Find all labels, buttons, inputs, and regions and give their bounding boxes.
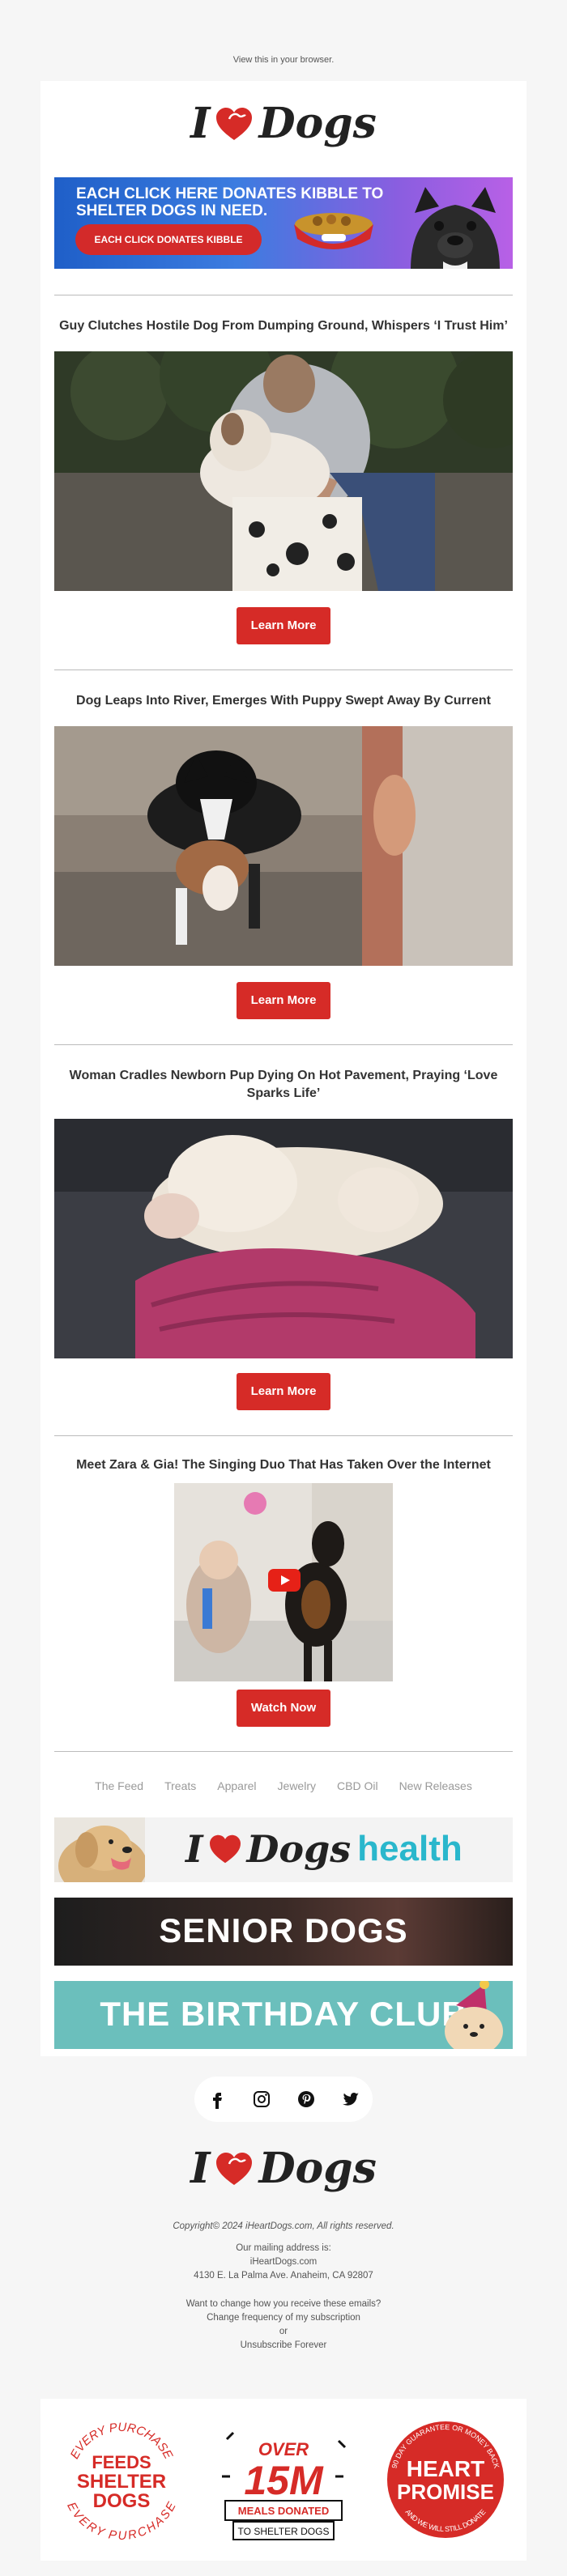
- labrador-image: [54, 1817, 145, 1882]
- facebook-icon[interactable]: [207, 2089, 227, 2109]
- article-headline[interactable]: Guy Clutches Hostile Dog From Dumping Gr…: [54, 317, 513, 335]
- section-divider: [54, 1435, 513, 1436]
- heart-icon: [209, 1834, 241, 1864]
- kibble-donation-banner[interactable]: EACH CLICK HERE DONATES KIBBLE TO SHELTE…: [54, 177, 513, 269]
- logo-dogs: Dogs: [258, 2144, 377, 2193]
- play-icon[interactable]: [268, 1569, 301, 1592]
- heart-icon: [216, 2152, 253, 2185]
- logo-i: I: [190, 99, 211, 148]
- feeds-shelter-dogs-badge: EVERY PURCHASE EVERY PURCHASE FEEDS SHEL…: [64, 2421, 179, 2543]
- video-thumbnail[interactable]: [174, 1483, 393, 1681]
- mailing-address: 4130 E. La Palma Ave. Anaheim, CA 92807: [194, 2271, 373, 2281]
- pinterest-icon[interactable]: [296, 2089, 316, 2109]
- footer-logo[interactable]: I Dogs: [0, 2144, 567, 2193]
- main-logo[interactable]: I Dogs: [0, 99, 567, 148]
- health-banner[interactable]: I Dogs health: [54, 1817, 513, 1882]
- learn-more-button[interactable]: Learn More: [237, 607, 330, 644]
- meals-line1: OVER: [258, 2439, 309, 2459]
- nav-treats[interactable]: Treats: [164, 1779, 196, 1792]
- change-frequency-link[interactable]: Change frequency of my subscription: [0, 2311, 567, 2325]
- meals-line3: MEALS DONATED: [238, 2505, 329, 2517]
- article-photo-dog-puppy-river[interactable]: [54, 726, 513, 966]
- feeds-line3: DOGS: [93, 2490, 151, 2512]
- nav-cbd-oil[interactable]: CBD Oil: [337, 1779, 378, 1792]
- health-logo: I Dogs health: [185, 1827, 463, 1871]
- feeds-line1: FEEDS: [92, 2452, 151, 2472]
- article-photo-man-dog[interactable]: [54, 351, 513, 591]
- birthday-club-banner[interactable]: THE BIRTHDAY CLUB: [54, 1981, 513, 2049]
- health-logo-dogs: Dogs: [246, 1827, 352, 1871]
- article-photo-puppy-blanket[interactable]: [54, 1119, 513, 1358]
- footer-nav: The Feed Treats Apparel Jewelry CBD Oil …: [0, 1779, 567, 1792]
- copyright-text: Copyright© 2024 iHeartDogs.com, All righ…: [173, 2221, 394, 2231]
- meals-line4: TO SHELTER DOGS: [238, 2526, 330, 2537]
- health-logo-i: I: [185, 1827, 203, 1871]
- learn-more-button[interactable]: Learn More: [237, 982, 330, 1019]
- or-text: or: [279, 2327, 288, 2336]
- nav-apparel[interactable]: Apparel: [217, 1779, 256, 1792]
- nav-the-feed[interactable]: The Feed: [95, 1779, 143, 1792]
- promise-line1: HEART: [407, 2456, 484, 2481]
- unsubscribe-link[interactable]: Unsubscribe Forever: [0, 2339, 567, 2353]
- senior-dogs-banner[interactable]: SENIOR DOGS: [54, 1898, 513, 1966]
- article-headline[interactable]: Meet Zara & Gia! The Singing Duo That Ha…: [54, 1456, 513, 1474]
- view-in-browser-link[interactable]: View this in your browser.: [0, 55, 567, 65]
- section-divider: [54, 1044, 513, 1045]
- food-bowl-icon: [294, 213, 373, 249]
- mailing-site: iHeartDogs.com: [249, 2257, 318, 2267]
- change-preferences-text: Want to change how you receive these ema…: [185, 2299, 382, 2309]
- article-headline[interactable]: Dog Leaps Into River, Emerges With Puppy…: [54, 692, 513, 710]
- badges-strip: EVERY PURCHASE EVERY PURCHASE FEEDS SHEL…: [40, 2399, 526, 2561]
- heart-promise-badge: 90 DAY GUARANTEE OR MONEY BACK AND WE WI…: [387, 2421, 504, 2538]
- feeds-line2: SHELTER: [77, 2471, 166, 2493]
- watch-now-button[interactable]: Watch Now: [237, 1690, 330, 1727]
- social-links: [194, 2077, 373, 2122]
- mailing-label: Our mailing address is:: [236, 2243, 331, 2253]
- meals-line2: 15M: [244, 2458, 324, 2503]
- meals-donated-badge: OVER 15M MEALS DONATED TO SHELTER DOGS: [222, 2431, 347, 2540]
- nav-new-releases[interactable]: New Releases: [399, 1779, 472, 1792]
- learn-more-button[interactable]: Learn More: [237, 1373, 330, 1410]
- logo-dogs: Dogs: [258, 99, 377, 148]
- party-dog-image: [445, 1981, 503, 2049]
- heart-icon: [216, 107, 253, 140]
- instagram-icon[interactable]: [252, 2089, 271, 2109]
- section-divider: [54, 1751, 513, 1752]
- bulldog-image: [411, 187, 500, 269]
- nav-jewelry[interactable]: Jewelry: [278, 1779, 316, 1792]
- senior-dogs-title: SENIOR DOGS: [159, 1911, 408, 1949]
- twitter-icon[interactable]: [341, 2089, 360, 2109]
- promise-line2: PROMISE: [397, 2480, 494, 2504]
- article-headline[interactable]: Woman Cradles Newborn Pup Dying On Hot P…: [54, 1067, 513, 1103]
- health-logo-word: health: [357, 1829, 463, 1868]
- logo-i: I: [190, 2144, 211, 2193]
- donate-kibble-button[interactable]: EACH CLICK DONATES KIBBLE: [75, 224, 262, 255]
